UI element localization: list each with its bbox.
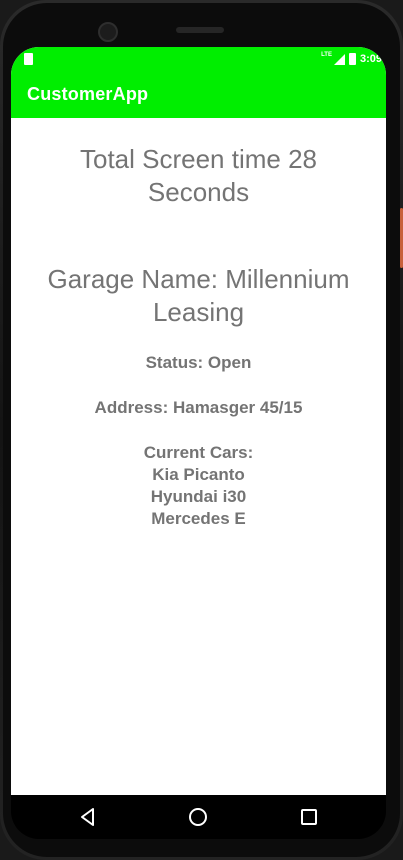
screen-time-line-2: Seconds [147,177,250,207]
phone-frame: LTE 3:09 CustomerApp Total Screen time 2… [0,0,403,860]
home-circle-icon [189,808,207,826]
car-item: Kia Picanto [152,465,245,484]
recent-apps-square-icon [301,809,317,825]
recent-apps-button[interactable] [299,807,319,827]
sim-card-icon [24,53,33,65]
earpiece-speaker [176,27,224,33]
app-toolbar: CustomerApp [11,71,386,118]
lte-label: LTE [321,52,332,58]
signal-icon [333,53,345,65]
garage-status: Status: Open [145,353,252,372]
status-icons: LTE 3:09 [321,51,382,67]
back-button[interactable] [78,807,98,827]
garage-address: Address: Hamasger 45/15 [94,398,303,417]
garage-name-line-1: Garage Name: Millennium [47,264,350,294]
system-nav-bar [11,795,386,839]
battery-icon [348,53,356,65]
garage-name-text: Garage Name: Millennium Leasing [11,263,386,329]
phone-screen: LTE 3:09 CustomerApp Total Screen time 2… [11,47,386,795]
app-title: CustomerApp [27,84,149,104]
screen-time-line-1: Total Screen time 28 [79,144,317,174]
screen-time-text: Total Screen time 28 Seconds [11,143,386,209]
home-button[interactable] [188,807,208,827]
cars-header: Current Cars: [143,443,254,462]
back-triangle-icon [81,808,94,826]
status-time: 3:09 [359,53,382,65]
status-bar: LTE 3:09 [11,47,386,71]
garage-name-line-2: Leasing [152,297,245,327]
front-camera [98,22,118,42]
current-cars: Current Cars: Kia Picanto Hyundai i30 Me… [11,442,386,530]
car-item: Mercedes E [151,509,246,528]
car-item: Hyundai i30 [150,487,247,506]
